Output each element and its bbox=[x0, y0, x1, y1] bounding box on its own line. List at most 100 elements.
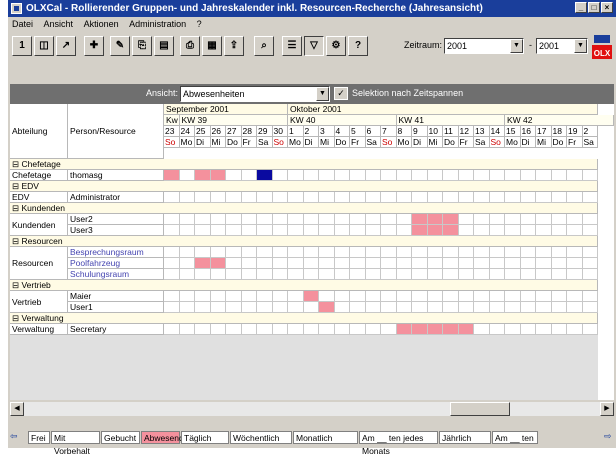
day-slot[interactable] bbox=[505, 247, 521, 258]
day-slot[interactable] bbox=[350, 170, 366, 181]
day-slot[interactable] bbox=[319, 192, 335, 203]
day-slot[interactable] bbox=[257, 324, 273, 335]
day-slot[interactable] bbox=[427, 302, 443, 313]
absent-slot[interactable] bbox=[427, 324, 443, 335]
day-slot[interactable] bbox=[520, 269, 536, 280]
day-slot[interactable] bbox=[551, 247, 567, 258]
day-slot[interactable] bbox=[505, 269, 521, 280]
day-slot[interactable] bbox=[536, 324, 552, 335]
day-slot[interactable] bbox=[179, 192, 195, 203]
day-slot[interactable] bbox=[536, 214, 552, 225]
day-slot[interactable] bbox=[303, 170, 319, 181]
day-slot[interactable] bbox=[443, 247, 459, 258]
day-slot[interactable] bbox=[164, 324, 180, 335]
group-row[interactable]: ⊟ Kundenden bbox=[10, 203, 598, 214]
legend-prev-icon[interactable]: ⇦ bbox=[10, 431, 18, 442]
day-slot[interactable] bbox=[272, 291, 288, 302]
day-slot[interactable] bbox=[381, 269, 397, 280]
filter-icon[interactable]: ▽ bbox=[304, 36, 324, 56]
day-slot[interactable] bbox=[567, 192, 583, 203]
day-slot[interactable] bbox=[582, 170, 598, 181]
day-slot[interactable] bbox=[505, 291, 521, 302]
day-slot[interactable] bbox=[551, 324, 567, 335]
day-slot[interactable] bbox=[396, 192, 412, 203]
day-slot[interactable] bbox=[288, 247, 304, 258]
day-slot[interactable] bbox=[210, 269, 226, 280]
minimize-button[interactable]: _ bbox=[575, 2, 587, 13]
day-slot[interactable] bbox=[505, 214, 521, 225]
day-slot[interactable] bbox=[195, 225, 211, 236]
day-slot[interactable] bbox=[350, 269, 366, 280]
day-slot[interactable] bbox=[551, 302, 567, 313]
day-slot[interactable] bbox=[179, 225, 195, 236]
person-cell[interactable]: Maier bbox=[68, 291, 164, 302]
day-slot[interactable] bbox=[396, 225, 412, 236]
search-icon[interactable]: ⌕ bbox=[254, 36, 274, 56]
absent-slot[interactable] bbox=[164, 170, 180, 181]
day-slot[interactable] bbox=[210, 324, 226, 335]
day-slot[interactable] bbox=[195, 247, 211, 258]
day-slot[interactable] bbox=[489, 258, 505, 269]
list-view-icon[interactable]: ☰ bbox=[282, 36, 302, 56]
day-slot[interactable] bbox=[288, 225, 304, 236]
day-slot[interactable] bbox=[257, 247, 273, 258]
person-cell[interactable]: thomasg bbox=[68, 170, 164, 181]
day-slot[interactable] bbox=[505, 302, 521, 313]
day-slot[interactable] bbox=[350, 324, 366, 335]
new-entry-icon[interactable]: ✚ bbox=[84, 36, 104, 56]
absent-slot[interactable] bbox=[303, 291, 319, 302]
day-slot[interactable] bbox=[319, 258, 335, 269]
person-cell[interactable]: Poolfahrzeug bbox=[68, 258, 164, 269]
day-slot[interactable] bbox=[551, 258, 567, 269]
day-slot[interactable] bbox=[520, 324, 536, 335]
absent-slot[interactable] bbox=[443, 225, 459, 236]
day-slot[interactable] bbox=[210, 302, 226, 313]
day-slot[interactable] bbox=[210, 247, 226, 258]
maximize-button[interactable]: □ bbox=[588, 2, 600, 13]
menu-datei[interactable]: Datei bbox=[8, 17, 37, 31]
close-button[interactable]: × bbox=[601, 2, 613, 13]
day-slot[interactable] bbox=[241, 214, 257, 225]
day-slot[interactable] bbox=[458, 269, 474, 280]
group-row[interactable]: ⊟ EDV bbox=[10, 181, 598, 192]
day-slot[interactable] bbox=[319, 214, 335, 225]
day-slot[interactable] bbox=[303, 269, 319, 280]
day-slot[interactable] bbox=[412, 269, 428, 280]
day-slot[interactable] bbox=[288, 214, 304, 225]
day-slot[interactable] bbox=[474, 170, 490, 181]
day-slot[interactable] bbox=[443, 291, 459, 302]
day-slot[interactable] bbox=[396, 258, 412, 269]
absent-slot[interactable] bbox=[427, 225, 443, 236]
day-slot[interactable] bbox=[427, 291, 443, 302]
day-slot[interactable] bbox=[567, 225, 583, 236]
day-slot[interactable] bbox=[272, 247, 288, 258]
day-slot[interactable] bbox=[350, 192, 366, 203]
day-slot[interactable] bbox=[303, 214, 319, 225]
day-slot[interactable] bbox=[458, 258, 474, 269]
day-slot[interactable] bbox=[319, 269, 335, 280]
day-slot[interactable] bbox=[582, 302, 598, 313]
day-slot[interactable] bbox=[412, 302, 428, 313]
absent-slot[interactable] bbox=[210, 258, 226, 269]
day-slot[interactable] bbox=[381, 214, 397, 225]
menu-help[interactable]: ? bbox=[193, 17, 206, 31]
settings-icon[interactable]: ⚙ bbox=[326, 36, 346, 56]
chevron-down-icon[interactable]: ▼ bbox=[316, 87, 329, 101]
day-slot[interactable] bbox=[319, 247, 335, 258]
menu-administration[interactable]: Administration bbox=[125, 17, 190, 31]
edit-icon[interactable]: ✎ bbox=[110, 36, 130, 56]
day-slot[interactable] bbox=[303, 247, 319, 258]
day-slot[interactable] bbox=[272, 302, 288, 313]
day-slot[interactable] bbox=[241, 247, 257, 258]
chevron-down-icon[interactable]: ▼ bbox=[574, 39, 587, 53]
day-slot[interactable] bbox=[350, 291, 366, 302]
day-slot[interactable] bbox=[241, 269, 257, 280]
day-slot[interactable] bbox=[505, 170, 521, 181]
day-slot[interactable] bbox=[288, 269, 304, 280]
day-slot[interactable] bbox=[179, 247, 195, 258]
day-slot[interactable] bbox=[288, 291, 304, 302]
day-slot[interactable] bbox=[536, 291, 552, 302]
day-slot[interactable] bbox=[458, 170, 474, 181]
day-slot[interactable] bbox=[241, 192, 257, 203]
absent-slot[interactable] bbox=[319, 302, 335, 313]
